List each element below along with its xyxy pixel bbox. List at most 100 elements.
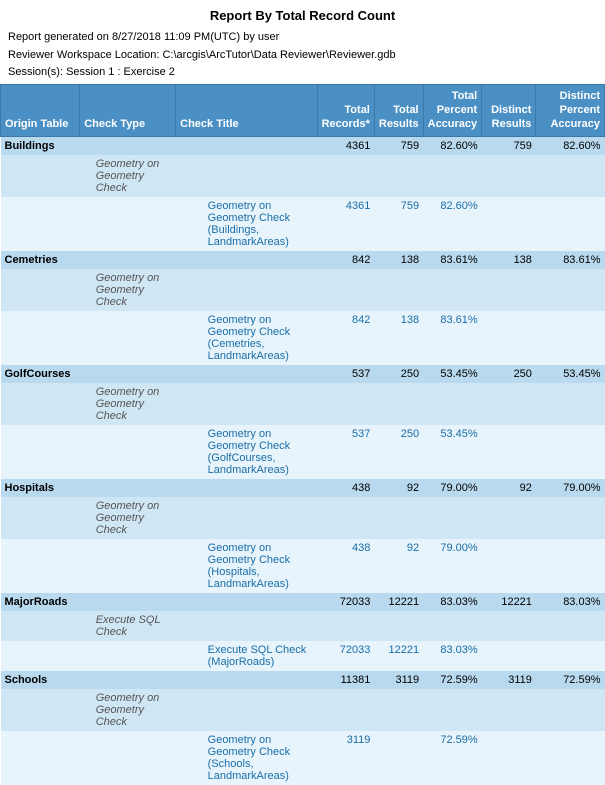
check-type-origin-cell	[1, 689, 80, 731]
check-title-records: 4361	[317, 197, 374, 251]
check-title-distinct	[482, 197, 536, 251]
check-type-cell: Geometry on Geometry Check	[80, 383, 176, 425]
check-type-distinct	[482, 383, 536, 425]
check-type-pct	[423, 689, 482, 731]
check-type-results	[374, 155, 423, 197]
origin-row: MajorRoads 72033 12221 83.03% 12221 83.0…	[1, 593, 605, 611]
col-header-distinct-results: Distinct Results	[482, 84, 536, 136]
origin-distinct-pct: 72.59%	[536, 671, 605, 689]
origin-row: Cemetries 842 138 83.61% 138 83.61%	[1, 251, 605, 269]
origin-check-type-cell	[80, 251, 176, 269]
check-type-pct	[423, 155, 482, 197]
check-title-distinct-pct	[536, 311, 605, 365]
check-type-cell: Geometry on Geometry Check	[80, 689, 176, 731]
check-type-records	[317, 269, 374, 311]
check-type-row: Geometry on Geometry Check	[1, 383, 605, 425]
origin-table-cell: GolfCourses	[1, 365, 80, 383]
check-title-pct: 53.45%	[423, 425, 482, 479]
origin-check-title-cell	[176, 136, 317, 155]
check-title-cell: Geometry on Geometry Check (Cemetries, L…	[176, 311, 317, 365]
origin-total-records: 4361	[317, 136, 374, 155]
origin-total-records: 11381	[317, 671, 374, 689]
check-title-results: 138	[374, 311, 423, 365]
check-title-pct: 79.00%	[423, 539, 482, 593]
check-type-results	[374, 383, 423, 425]
origin-total-pct: 72.59%	[423, 671, 482, 689]
col-header-total-results: Total Results	[374, 84, 423, 136]
origin-total-records: 537	[317, 365, 374, 383]
check-title-records: 537	[317, 425, 374, 479]
check-title-origin-cell	[1, 311, 80, 365]
col-header-check-type: Check Type	[80, 84, 176, 136]
check-type-pct	[423, 497, 482, 539]
check-type-cell: Execute SQL Check	[80, 611, 176, 641]
origin-distinct-pct: 79.00%	[536, 479, 605, 497]
check-title-distinct	[482, 641, 536, 671]
check-type-results	[374, 611, 423, 641]
origin-total-records: 842	[317, 251, 374, 269]
check-title-distinct	[482, 425, 536, 479]
origin-table-cell: Buildings	[1, 136, 80, 155]
check-type-row: Geometry on Geometry Check	[1, 689, 605, 731]
col-header-check-title: Check Title	[176, 84, 317, 136]
origin-check-title-cell	[176, 671, 317, 689]
check-title-type-cell	[80, 641, 176, 671]
check-type-pct	[423, 611, 482, 641]
partial-pct: 72.59%	[423, 731, 482, 785]
check-title-records: 438	[317, 539, 374, 593]
check-type-title-cell	[176, 383, 317, 425]
check-title-cell: Geometry on Geometry Check (GolfCourses,…	[176, 425, 317, 479]
partial-records: 3119	[317, 731, 374, 785]
check-title-results: 92	[374, 539, 423, 593]
check-type-cell: Geometry on Geometry Check	[80, 497, 176, 539]
check-type-distinct-pct	[536, 689, 605, 731]
check-type-title-cell	[176, 155, 317, 197]
check-title-pct: 83.61%	[423, 311, 482, 365]
check-type-row: Geometry on Geometry Check	[1, 497, 605, 539]
check-title-type-cell	[80, 197, 176, 251]
check-title-row: Geometry on Geometry Check (GolfCourses,…	[1, 425, 605, 479]
check-type-results	[374, 269, 423, 311]
col-header-total-pct: Total Percent Accuracy	[423, 84, 482, 136]
check-type-origin-cell	[1, 611, 80, 641]
partial-title-cell: Geometry on Geometry Check (Schools,Land…	[176, 731, 317, 785]
check-type-records	[317, 689, 374, 731]
check-type-cell: Geometry on Geometry Check	[80, 269, 176, 311]
check-title-cell: Execute SQL Check (MajorRoads)	[176, 641, 317, 671]
check-title-origin-cell	[1, 539, 80, 593]
origin-check-type-cell	[80, 365, 176, 383]
origin-row: GolfCourses 537 250 53.45% 250 53.45%	[1, 365, 605, 383]
check-type-distinct	[482, 689, 536, 731]
origin-check-type-cell	[80, 479, 176, 497]
origin-check-title-cell	[176, 593, 317, 611]
partial-type-cell	[80, 731, 176, 785]
check-title-partial-row: Geometry on Geometry Check (Schools,Land…	[1, 731, 605, 785]
check-title-type-cell	[80, 311, 176, 365]
check-type-distinct-pct	[536, 383, 605, 425]
check-type-distinct	[482, 611, 536, 641]
origin-total-pct: 83.61%	[423, 251, 482, 269]
origin-distinct-results: 138	[482, 251, 536, 269]
partial-origin-cell	[1, 731, 80, 785]
col-header-distinct-pct: Distinct Percent Accuracy	[536, 84, 605, 136]
check-title-row: Execute SQL Check (MajorRoads) 72033 122…	[1, 641, 605, 671]
partial-distinct	[482, 731, 536, 785]
check-type-records	[317, 611, 374, 641]
check-type-distinct	[482, 155, 536, 197]
check-title-row: Geometry on Geometry Check (Hospitals, L…	[1, 539, 605, 593]
check-title-distinct	[482, 311, 536, 365]
origin-distinct-pct: 82.60%	[536, 136, 605, 155]
origin-distinct-pct: 53.45%	[536, 365, 605, 383]
check-type-row: Geometry on Geometry Check	[1, 269, 605, 311]
check-type-title-cell	[176, 611, 317, 641]
check-title-results: 12221	[374, 641, 423, 671]
origin-check-type-cell	[80, 593, 176, 611]
check-type-distinct	[482, 269, 536, 311]
origin-total-results: 138	[374, 251, 423, 269]
origin-check-type-cell	[80, 136, 176, 155]
check-type-row: Geometry on Geometry Check	[1, 155, 605, 197]
origin-total-results: 3119	[374, 671, 423, 689]
check-type-pct	[423, 269, 482, 311]
col-header-total-records: Total Records*	[317, 84, 374, 136]
origin-table-cell: MajorRoads	[1, 593, 80, 611]
